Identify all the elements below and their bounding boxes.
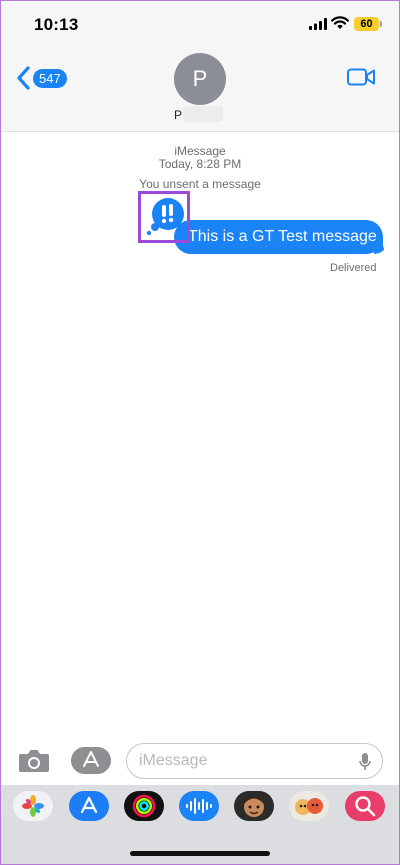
back-unread-count[interactable]: 547 bbox=[33, 69, 67, 88]
message-input-field[interactable] bbox=[126, 743, 383, 779]
app-store-button[interactable] bbox=[71, 747, 111, 774]
app-store-app-icon bbox=[80, 796, 98, 814]
cellular-signal-icon bbox=[309, 18, 327, 30]
battery-tip bbox=[380, 21, 382, 27]
image-search-app-button[interactable] bbox=[345, 791, 385, 821]
message-input[interactable] bbox=[139, 751, 349, 771]
avatar[interactable]: P bbox=[174, 53, 226, 105]
home-indicator[interactable] bbox=[130, 851, 270, 856]
delivery-status: Delivered bbox=[330, 262, 377, 274]
conversation-header: 547 P P bbox=[0, 46, 400, 132]
microphone-icon[interactable] bbox=[359, 752, 371, 772]
status-time: 10:13 bbox=[34, 15, 79, 34]
fitness-app-icon bbox=[132, 794, 156, 818]
fitness-app-button[interactable] bbox=[124, 791, 164, 821]
app-store-icon bbox=[83, 751, 99, 767]
status-bar: 10:13 60 bbox=[0, 0, 400, 46]
memoji-app-icon bbox=[244, 796, 264, 817]
message-timestamp: Today, 8:28 PM bbox=[158, 157, 242, 171]
memoji-app-button[interactable] bbox=[234, 791, 274, 821]
camera-icon[interactable] bbox=[18, 748, 50, 774]
service-label: iMessage bbox=[174, 144, 226, 158]
memoji-stickers-app-button[interactable] bbox=[289, 791, 329, 821]
contact-name[interactable]: P bbox=[174, 108, 182, 122]
back-chevron-icon[interactable] bbox=[16, 66, 30, 90]
contact-name-redaction bbox=[183, 106, 223, 122]
unsent-notice: You unsent a message bbox=[139, 177, 261, 191]
photos-app-button[interactable] bbox=[13, 791, 53, 821]
sent-message-bubble[interactable]: This is a GT Test message bbox=[174, 220, 383, 254]
audio-message-app-button[interactable] bbox=[179, 791, 219, 821]
photos-app-icon bbox=[22, 795, 44, 817]
audio-message-app-icon bbox=[186, 798, 212, 814]
battery-indicator: 60 bbox=[354, 17, 379, 31]
image-search-app-icon bbox=[355, 796, 376, 817]
bubble-tail-mask bbox=[383, 232, 397, 256]
video-camera-icon[interactable] bbox=[347, 68, 375, 86]
memoji-stickers-app-icon bbox=[295, 798, 323, 815]
exclamation-bubble-icon[interactable] bbox=[144, 196, 186, 238]
app-store-app-button[interactable] bbox=[69, 791, 109, 821]
wifi-icon bbox=[331, 16, 349, 29]
